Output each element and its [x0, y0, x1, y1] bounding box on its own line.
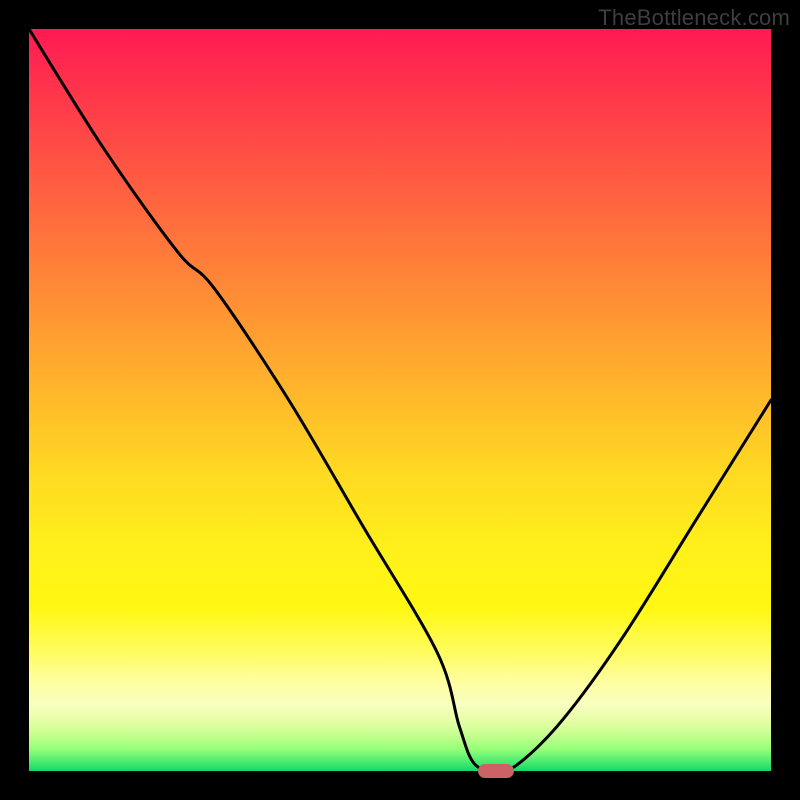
bottleneck-curve	[29, 29, 771, 771]
watermark-label: TheBottleneck.com	[598, 5, 790, 31]
chart-container: TheBottleneck.com	[0, 0, 800, 800]
optimal-marker	[478, 764, 514, 778]
plot-area	[29, 29, 771, 771]
